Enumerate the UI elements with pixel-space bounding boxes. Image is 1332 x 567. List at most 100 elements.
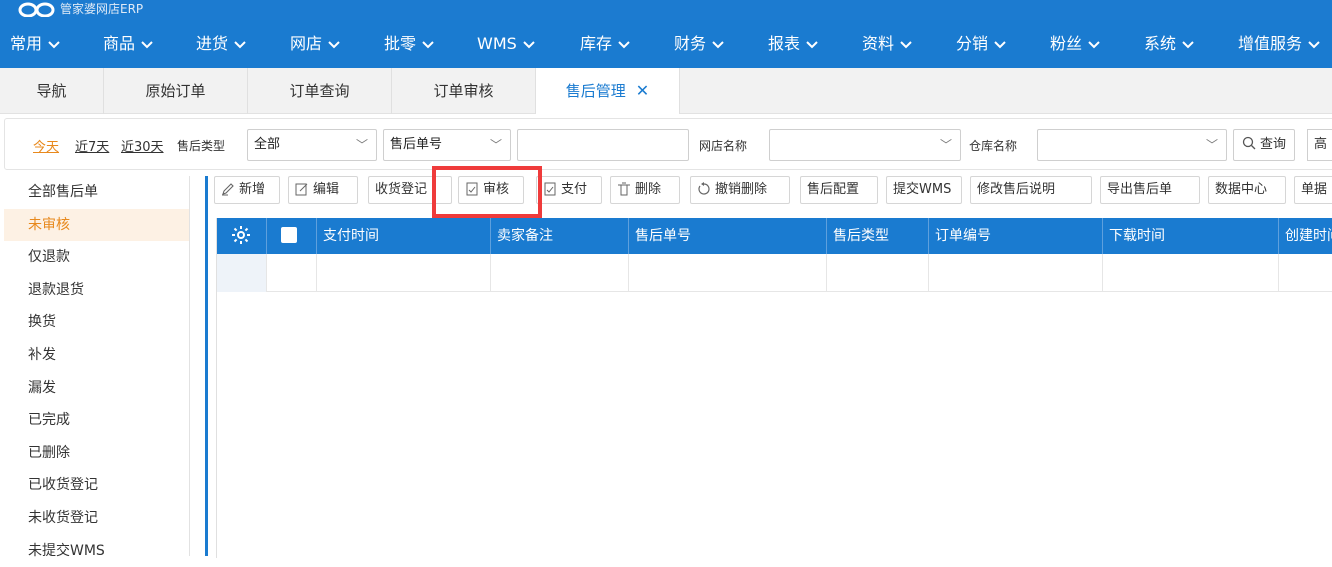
row-checkbox-cell[interactable] [267, 254, 317, 292]
menu-item-report[interactable]: 报表 [768, 20, 818, 68]
after-sales-grid: 支付时间 卖家备注 售后单号 售后类型 订单编号 下载时间 创建时间 [216, 218, 1332, 558]
warehouse-select[interactable]: ﹀ [1037, 129, 1227, 161]
table-cell [629, 254, 827, 292]
table-cell [1279, 254, 1332, 292]
close-icon[interactable]: ✕ [636, 81, 649, 100]
sidebar-item-received[interactable]: 已收货登记 [4, 469, 189, 502]
pen-icon [222, 183, 234, 196]
settings-icon[interactable] [217, 218, 267, 254]
add-button[interactable]: 新增 [214, 176, 280, 204]
chevron-down-icon: ﹀ [1205, 138, 1218, 152]
type-label: 售后类型 [177, 139, 226, 153]
column-after-sales-type[interactable]: 售后类型 [827, 218, 929, 254]
column-after-sales-no[interactable]: 售后单号 [629, 218, 827, 254]
tab-order-query[interactable]: 订单查询 [248, 68, 392, 114]
chevron-down-icon [523, 40, 535, 48]
menu-item-purchase[interactable]: 进货 [196, 20, 246, 68]
filter-today-link[interactable]: 今天 [33, 136, 59, 155]
table-cell [827, 254, 929, 292]
menu-item-goods[interactable]: 商品 [103, 20, 153, 68]
menu-item-data[interactable]: 资料 [862, 20, 912, 68]
table-cell [491, 254, 629, 292]
search-icon [1242, 136, 1256, 150]
main-menu: 常用 商品 进货 网店 批零 WMS 库存 财务 报表 资料 分销 粉丝 系统 … [0, 20, 1332, 68]
menu-item-distribution[interactable]: 分销 [956, 20, 1006, 68]
menu-item-common[interactable]: 常用 [10, 20, 60, 68]
column-pay-time[interactable]: 支付时间 [317, 218, 491, 254]
edit-button[interactable]: 编辑 [288, 176, 358, 204]
table-cell [317, 254, 491, 292]
menu-item-fans[interactable]: 粉丝 [1050, 20, 1100, 68]
splitter-handle[interactable] [205, 176, 208, 556]
chevron-down-icon [900, 40, 912, 48]
tab-after-sales[interactable]: 售后管理 ✕ [536, 68, 680, 114]
type-select[interactable]: 全部 ﹀ [247, 129, 377, 161]
column-seller-note[interactable]: 卖家备注 [491, 218, 629, 254]
column-download-time[interactable]: 下载时间 [1103, 218, 1279, 254]
chevron-down-icon [1182, 40, 1194, 48]
pay-button[interactable]: 支付 [536, 176, 602, 204]
chevron-down-icon [234, 40, 246, 48]
highlight-box [432, 166, 542, 218]
sidebar-item-completed[interactable]: 已完成 [4, 404, 189, 437]
edit-icon [295, 183, 308, 196]
chevron-down-icon: ﹀ [939, 138, 952, 152]
sidebar-item-not-received[interactable]: 未收货登记 [4, 502, 189, 535]
action-toolbar: 新增 编辑 收货登记 审核 支付 删除 撤销删除 售后配置 提交WMS 修改售后… [214, 176, 1332, 206]
shop-select[interactable]: ﹀ [769, 129, 961, 161]
sidebar-item-not-submitted-wms[interactable]: 未提交WMS [4, 535, 189, 567]
menu-item-wholesale[interactable]: 批零 [384, 20, 434, 68]
delete-button[interactable]: 删除 [610, 176, 680, 204]
grid-header: 支付时间 卖家备注 售后单号 售后类型 订单编号 下载时间 创建时间 [217, 218, 1332, 254]
advanced-button[interactable]: 高 [1307, 129, 1332, 161]
chevron-down-icon [1088, 40, 1100, 48]
chevron-down-icon [422, 40, 434, 48]
sidebar-item-deleted[interactable]: 已删除 [4, 437, 189, 470]
undo-delete-button[interactable]: 撤销删除 [690, 176, 790, 204]
chevron-down-icon [1308, 40, 1320, 48]
shop-label: 网店名称 [699, 139, 748, 153]
chevron-down-icon [806, 40, 818, 48]
menu-item-wms[interactable]: WMS [477, 20, 535, 68]
menu-item-shop[interactable]: 网店 [290, 20, 340, 68]
sidebar-item-all[interactable]: 全部售后单 [4, 176, 189, 209]
menu-item-stock[interactable]: 库存 [580, 20, 630, 68]
sidebar-item-refund-return[interactable]: 退款退货 [4, 274, 189, 307]
select-all-checkbox[interactable] [267, 218, 317, 254]
column-created-time[interactable]: 创建时间 [1279, 218, 1332, 254]
filter-30days-link[interactable]: 近30天 [121, 136, 164, 155]
field-select[interactable]: 售后单号 ﹀ [383, 129, 511, 161]
checklist-icon [544, 182, 556, 196]
sidebar-item-unaudited[interactable]: 未审核 [4, 208, 189, 242]
submit-wms-button[interactable]: 提交WMS [886, 176, 962, 204]
brand-title: 管家婆网店ERP [60, 2, 144, 16]
brand-bar: 管家婆网店ERP [0, 0, 1332, 20]
tab-original-orders[interactable]: 原始订单 [104, 68, 248, 114]
modify-description-button[interactable]: 修改售后说明 [970, 176, 1092, 204]
filter-7days-link[interactable]: 近7天 [75, 136, 109, 155]
tab-navigation[interactable]: 导航 [0, 68, 104, 114]
menu-item-system[interactable]: 系统 [1144, 20, 1194, 68]
sidebar-item-resend[interactable]: 补发 [4, 339, 189, 372]
row-settings-cell [217, 254, 267, 292]
chevron-down-icon: ﹀ [489, 138, 502, 152]
tab-order-audit[interactable]: 订单审核 [392, 68, 536, 114]
chevron-down-icon [712, 40, 724, 48]
after-sales-config-button[interactable]: 售后配置 [800, 176, 878, 204]
query-button[interactable]: 查询 [1233, 129, 1296, 161]
keyword-input[interactable] [517, 129, 689, 161]
status-sidebar: 全部售后单 未审核 仅退款 退款退货 换货 补发 漏发 已完成 已删除 已收货登… [4, 176, 190, 559]
sidebar-item-refund-only[interactable]: 仅退款 [4, 241, 189, 274]
sidebar-item-exchange[interactable]: 换货 [4, 306, 189, 339]
bill-button[interactable]: 单据 [1294, 176, 1332, 204]
sidebar-item-missing[interactable]: 漏发 [4, 372, 189, 405]
data-center-button[interactable]: 数据中心 [1208, 176, 1286, 204]
export-button[interactable]: 导出售后单 [1100, 176, 1200, 204]
menu-item-finance[interactable]: 财务 [674, 20, 724, 68]
table-cell [929, 254, 1103, 292]
column-order-no[interactable]: 订单编号 [929, 218, 1103, 254]
brand-logo-icon [18, 2, 55, 17]
trash-icon [618, 182, 630, 196]
menu-item-value-added[interactable]: 增值服务 [1238, 20, 1320, 68]
table-row[interactable] [217, 254, 1332, 292]
